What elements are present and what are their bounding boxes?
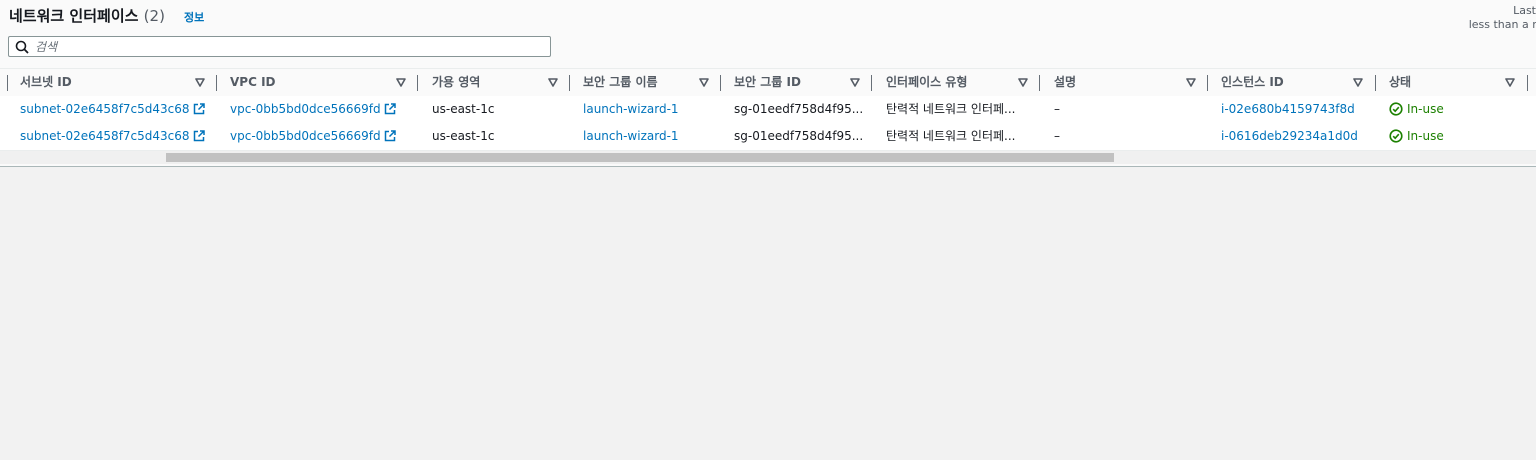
column-divider[interactable] (216, 75, 217, 91)
column-label: 인스턴스 ID (1221, 75, 1284, 89)
external-link-icon[interactable] (193, 103, 205, 115)
status-badge: In-use (1389, 123, 1444, 150)
column-divider[interactable] (569, 75, 570, 91)
security-group-id: sg-01eedf758d4f95... (734, 102, 864, 116)
column-label: VPC ID (230, 75, 276, 89)
column-label: 설명 (1054, 75, 1077, 89)
column-divider[interactable] (1207, 75, 1208, 91)
search-box[interactable] (8, 36, 551, 57)
network-interfaces-panel: 네트워크 인터페이스 (2) 정보 Last less than a mi 서브… (0, 0, 1536, 167)
search-input[interactable] (35, 38, 535, 55)
security-group-name-link[interactable]: launch-wizard-1 (583, 96, 679, 123)
search-icon (15, 40, 29, 54)
interface-type: 탄력적 네트워크 인터페... (886, 102, 1016, 116)
subnet-id-text[interactable]: subnet-02e6458f7c5d43c68 (20, 102, 190, 116)
caret-down-icon[interactable] (396, 78, 406, 87)
horizontal-scrollbar[interactable] (0, 151, 1536, 164)
column-divider[interactable] (1375, 75, 1376, 91)
subnet-id-link[interactable]: subnet-02e6458f7c5d43c68 (20, 123, 205, 150)
column-label: 인터페이스 유형 (886, 75, 968, 89)
table-header: 서브넷 ID VPC ID 가용 영역 보안 그룹 이름 보안 그룹 ID 인터… (0, 68, 1536, 98)
last-updated-value: less than a mi (1468, 18, 1536, 31)
check-circle-icon (1389, 102, 1403, 116)
external-link-icon[interactable] (193, 130, 205, 142)
scrollbar-thumb[interactable] (166, 153, 1114, 162)
column-label: 상태 (1389, 75, 1412, 89)
column-header-vpc-id[interactable]: VPC ID (230, 69, 418, 97)
vpc-id-link[interactable]: vpc-0bb5bd0dce56669fd (230, 123, 396, 150)
column-divider[interactable] (1039, 75, 1040, 91)
caret-down-icon[interactable] (195, 78, 205, 87)
column-label: 보안 그룹 ID (734, 75, 801, 89)
subnet-id-text[interactable]: subnet-02e6458f7c5d43c68 (20, 129, 190, 143)
caret-down-icon[interactable] (1018, 78, 1028, 87)
title-text: 네트워크 인터페이스 (9, 7, 139, 25)
security-group-name-link[interactable]: launch-wizard-1 (583, 123, 679, 150)
status-badge: In-use (1389, 96, 1444, 123)
caret-down-icon[interactable] (699, 78, 709, 87)
column-label: 보안 그룹 이름 (583, 75, 658, 89)
availability-zone: us-east-1c (432, 129, 495, 143)
vpc-id-text[interactable]: vpc-0bb5bd0dce56669fd (230, 129, 381, 143)
table-row[interactable]: subnet-02e6458f7c5d43c68 vpc-0bb5bd0dce5… (0, 96, 1536, 124)
caret-down-icon[interactable] (850, 78, 860, 87)
column-header-interface-type[interactable]: 인터페이스 유형 (886, 69, 1040, 97)
caret-down-icon[interactable] (1186, 78, 1196, 87)
column-header-description[interactable]: 설명 (1054, 69, 1208, 97)
column-divider[interactable] (7, 75, 8, 91)
caret-down-icon[interactable] (1505, 78, 1515, 87)
description: – (1054, 129, 1060, 143)
page-title: 네트워크 인터페이스 (2) (9, 5, 165, 26)
info-link[interactable]: 정보 (184, 9, 204, 25)
instance-id-link[interactable]: i-0616deb29234a1d0d (1221, 123, 1358, 150)
last-updated: Last less than a mi (1466, 4, 1536, 32)
column-header-instance-id[interactable]: 인스턴스 ID (1221, 69, 1376, 97)
column-header-status[interactable]: 상태 (1389, 69, 1529, 97)
column-divider[interactable] (1527, 75, 1528, 91)
availability-zone: us-east-1c (432, 102, 495, 116)
column-label: 가용 영역 (432, 75, 481, 89)
column-divider[interactable] (417, 75, 418, 91)
description: – (1054, 102, 1060, 116)
interface-type: 탄력적 네트워크 인터페... (886, 129, 1016, 143)
external-link-icon[interactable] (384, 130, 396, 142)
subnet-id-link[interactable]: subnet-02e6458f7c5d43c68 (20, 96, 205, 123)
check-circle-icon (1389, 129, 1403, 143)
security-group-id: sg-01eedf758d4f95... (734, 129, 864, 143)
column-divider[interactable] (720, 75, 721, 91)
column-header-sg-id[interactable]: 보안 그룹 ID (734, 69, 872, 97)
instance-id-link[interactable]: i-02e680b4159743f8d (1221, 96, 1355, 123)
column-header-az[interactable]: 가용 영역 (432, 69, 570, 97)
vpc-id-text[interactable]: vpc-0bb5bd0dce56669fd (230, 102, 381, 116)
status-text: In-use (1407, 129, 1444, 143)
table-row[interactable]: subnet-02e6458f7c5d43c68 vpc-0bb5bd0dce5… (0, 123, 1536, 151)
caret-down-icon[interactable] (548, 78, 558, 87)
status-text: In-use (1407, 102, 1444, 116)
external-link-icon[interactable] (384, 103, 396, 115)
column-divider[interactable] (871, 75, 872, 91)
column-label: 서브넷 ID (20, 75, 72, 89)
last-updated-label: Last (1513, 4, 1536, 17)
column-header-sg-name[interactable]: 보안 그룹 이름 (583, 69, 721, 97)
caret-down-icon[interactable] (1353, 78, 1363, 87)
vpc-id-link[interactable]: vpc-0bb5bd0dce56669fd (230, 96, 396, 123)
column-header-subnet-id[interactable]: 서브넷 ID (20, 69, 217, 97)
title-count: (2) (143, 7, 165, 25)
